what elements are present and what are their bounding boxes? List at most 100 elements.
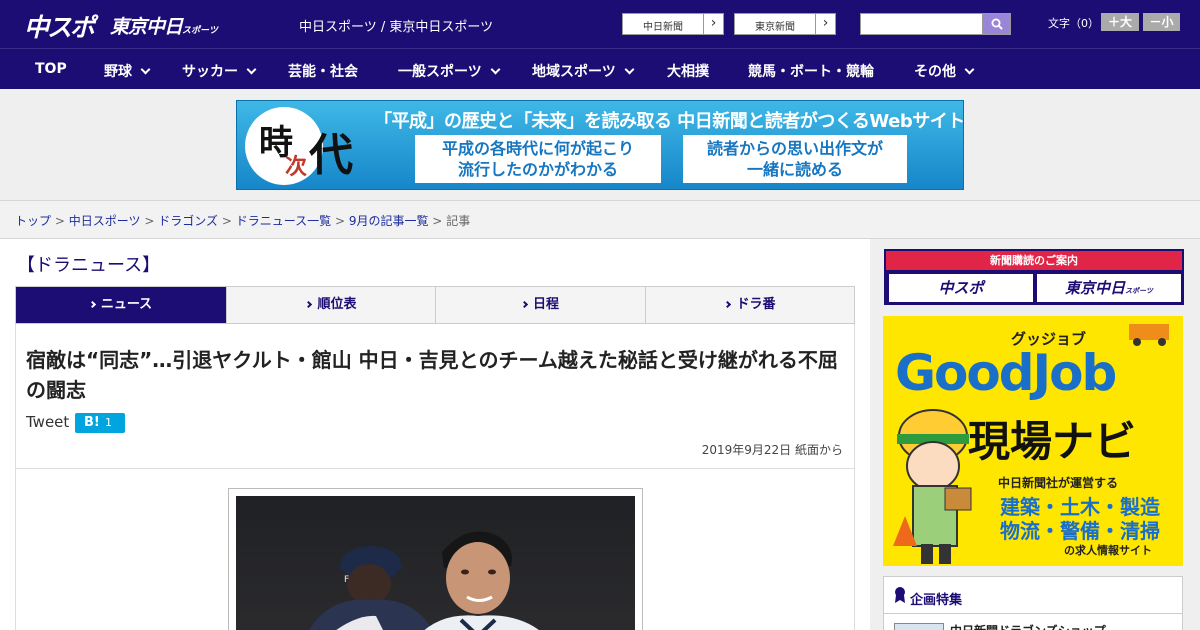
breadcrumb-link[interactable]: 中日スポーツ [69,214,141,228]
breadcrumb-current: 記事 [446,214,471,228]
tab-label: ニュース [100,297,153,312]
breadcrumb-separator: > [144,214,155,228]
news-tabs: ニュース 順位表 日程 ドラ番 [15,286,855,324]
breadcrumb-link[interactable]: ドラニュース一覧 [236,214,331,228]
chevron-down-icon [140,64,151,75]
search-input[interactable] [860,13,983,35]
nav-label: 大相撲 [667,64,709,80]
breadcrumb-separator: > [54,214,65,228]
nav-item-top[interactable]: TOP [35,61,67,77]
search-icon [991,18,1003,30]
chuspo-logo[interactable]: 中スポ [24,8,95,44]
subscribe-tokyo-label: 東京中日 [1065,279,1126,297]
breadcrumb-separator: > [221,214,232,228]
banner-box-right: 読者からの思い出作文が 一緒に読める [683,135,907,183]
nav-label: サッカー [182,64,238,80]
tab-schedule[interactable]: 日程 [435,287,645,323]
banner-box-text: 流行したのかがわかる [457,160,618,179]
font-smaller-button[interactable]: －小 [1143,13,1180,31]
article-photo[interactable]: F [236,496,635,630]
tokyo-logo-small: スポーツ [182,26,218,36]
breadcrumb-separator: > [432,214,443,228]
nav-label: その他 [914,64,956,80]
nav-item-entertainment[interactable]: 芸能・社会 [288,61,358,81]
nav-label: 芸能・社会 [288,64,358,80]
chevron-right-icon [305,300,313,309]
photo-illustration: F [309,531,539,630]
tokyo-shimbun-button[interactable]: 東京新聞 › [734,13,836,35]
hatena-bookmark-icon: B! [84,415,100,430]
subscription-box: 新聞購読のご案内 中スポ 東京中日スポーツ [884,249,1184,305]
chevron-down-icon [246,64,257,75]
tab-dora-ban[interactable]: ドラ番 [645,287,855,323]
ribbon-icon [895,587,905,603]
feature-link[interactable]: 中日新聞ドラゴンズショップ [950,622,1106,630]
nav-item-racing[interactable]: 競馬・ボート・競輪 [748,61,874,81]
banner-headline: 「平成」の歴史と「未来」を読み取る 中日新聞と読者がつくるWebサイト [374,111,964,132]
chevron-right-icon [520,300,529,309]
chevron-right-icon: › [815,13,835,35]
font-size-label: 文字（0） [1048,17,1099,30]
goodjob-ad[interactable]: グッジョブ GoodJob 現場ナビ 中日新聞社が運営する 建築・土木・製造 物… [883,316,1183,566]
breadcrumb-separator: > [334,214,345,228]
breadcrumb: トップ > 中日スポーツ > ドラゴンズ > ドラニュース一覧 > 9月の記事一… [0,200,1200,239]
feature-box: 企画特集 中日新聞ドラゴンズショップ [883,576,1183,630]
header-bar: 中スポ 東京中日スポーツ 中日スポーツ / 東京中日スポーツ 中日新聞 › 東京… [0,0,1200,48]
banner-box-left: 平成の各時代に何が起こり 流行したのかがわかる [415,135,661,183]
ad-text: 中日新聞社が運営する [998,476,1119,490]
banner-box-text: 読者からの思い出作文が [706,139,883,158]
nav-item-sumo[interactable]: 大相撲 [667,61,709,81]
chevron-right-icon: › [703,13,723,35]
tab-news[interactable]: ニュース [16,287,226,323]
nav-item-other[interactable]: その他 [914,61,975,81]
nav-item-general-sports[interactable]: 一般スポーツ [398,61,501,81]
banner-logo-char: 代 [309,130,353,181]
feature-thumbnail[interactable] [894,623,944,630]
tokyo-shimbun-label: 東京新聞 [755,22,795,33]
font-bigger-button[interactable]: ＋大 [1101,13,1139,31]
nav-item-local-sports[interactable]: 地域スポーツ [532,61,635,81]
tab-label: 日程 [532,297,559,312]
chevron-right-icon [724,300,732,309]
ad-title: GoodJob [895,344,1117,402]
chunichi-shimbun-label: 中日新聞 [643,22,683,33]
nav-label: 地域スポーツ [532,64,616,80]
breadcrumb-link[interactable]: 9月の記事一覧 [349,214,429,228]
hatena-bookmark-count: 1 [105,416,112,429]
chevron-down-icon [490,64,501,75]
tab-standings[interactable]: 順位表 [226,287,436,323]
section-title: 【ドラニュース】 [17,255,161,276]
breadcrumb-link[interactable]: トップ [15,214,51,228]
jijidai-banner-ad[interactable]: 時 次 代 「平成」の歴史と「未来」を読み取る 中日新聞と読者がつくるWebサイ… [236,100,964,190]
subscribe-chuspo-button[interactable]: 中スポ [889,274,1033,302]
search-button[interactable] [982,13,1011,35]
article-date: 2019年9月22日 紙面から [701,443,843,457]
banner-box-text: 平成の各時代に何が起こり [441,139,634,158]
nav-label: 競馬・ボート・競輪 [748,64,874,80]
svg-text:F: F [344,575,349,585]
hatena-bookmark-button[interactable]: B! 1 [75,413,125,433]
banner-box-text: 一緒に読める [746,160,843,179]
ad-text: 物流・警備・清掃 [1000,519,1160,543]
feature-title: 企画特集 [910,593,963,608]
main-nav: TOP 野球 サッカー 芸能・社会 一般スポーツ 地域スポーツ 大相撲 競馬・ボ… [0,48,1200,89]
chunichi-shimbun-button[interactable]: 中日新聞 › [622,13,724,35]
divider [884,613,1182,614]
nav-label: TOP [35,61,67,77]
tab-label: ドラ番 [736,297,776,312]
subscribe-tokyo-chunichi-button[interactable]: 東京中日スポーツ [1037,274,1181,302]
tokyo-chunichi-logo[interactable]: 東京中日スポーツ [110,12,218,39]
site-switch-link[interactable]: 中日スポーツ / 東京中日スポーツ [299,16,493,35]
tweet-button[interactable]: Tweet [26,413,69,431]
breadcrumb-link[interactable]: ドラゴンズ [158,214,218,228]
chevron-right-icon [88,300,96,309]
nav-item-soccer[interactable]: サッカー [182,61,257,81]
nav-item-baseball[interactable]: 野球 [104,61,151,81]
banner-logo-char: 次 [285,155,308,180]
subscription-heading: 新聞購読のご案内 [886,251,1182,270]
tab-label: 順位表 [317,297,357,312]
nav-label: 野球 [104,64,132,80]
article-headline: 宿敵は“同志”…引退ヤクルト・館山 中日・吉見とのチーム越えた秘話と受け継がれる… [26,348,838,402]
ad-text: の求人情報サイト [1064,544,1152,557]
subscribe-tokyo-small: スポーツ [1125,287,1153,295]
